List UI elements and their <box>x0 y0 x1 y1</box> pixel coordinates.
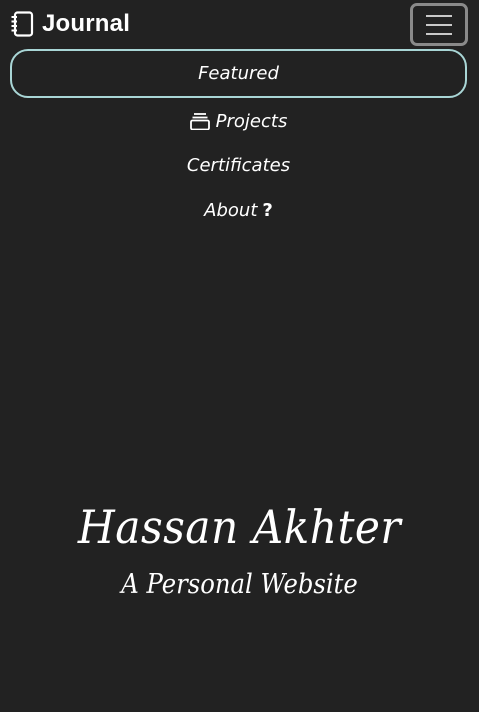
nav-item-projects[interactable]: Projects <box>10 99 467 143</box>
folder-stack-icon <box>189 112 210 131</box>
hamburger-menu-icon <box>426 14 452 17</box>
nav-item-label: About <box>204 200 258 221</box>
hero: Hassan Akhter A Personal Website <box>0 495 479 605</box>
hero-subtitle: A Personal Website <box>121 569 358 600</box>
nav-item-label: Certificates <box>186 155 291 176</box>
hamburger-menu-icon-bar <box>426 32 452 35</box>
nav-item-featured[interactable]: Featured <box>10 49 467 98</box>
nav-item-about[interactable]: About ? <box>10 188 467 233</box>
question-mark-icon: ? <box>262 200 273 221</box>
hamburger-menu-icon-bar <box>426 23 452 26</box>
nav-item-label: Featured <box>198 63 279 84</box>
navbar-brand[interactable]: Journal <box>10 11 130 37</box>
navbar-toggler-button[interactable] <box>410 3 468 46</box>
page: Journal Featured Projects Certificates A… <box>0 0 479 712</box>
nav-item-certificates[interactable]: Certificates <box>10 143 467 188</box>
nav-menu: Featured Projects Certificates About ? <box>10 49 467 233</box>
nav-item-label: Projects <box>215 110 288 132</box>
brand-title: Journal <box>42 10 131 37</box>
notebook-icon <box>10 11 34 37</box>
hero-title: Hassan Akhter <box>77 500 402 554</box>
